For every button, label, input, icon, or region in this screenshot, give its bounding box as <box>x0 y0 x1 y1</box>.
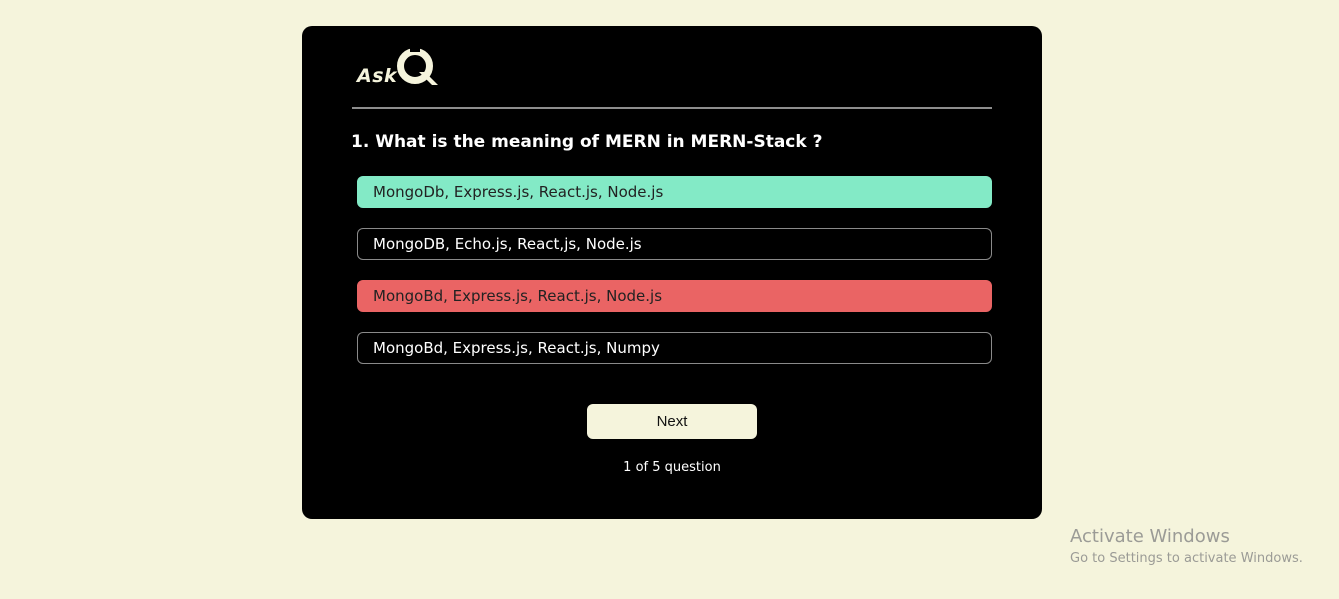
question-text: 1. What is the meaning of MERN in MERN-S… <box>351 132 823 152</box>
question-progress: 1 of 5 question <box>623 460 721 475</box>
answer-option-correct[interactable]: MongoDb, Express.js, React.js, Node.js <box>357 176 992 208</box>
watermark-title: Activate Windows <box>1070 526 1230 547</box>
quiz-card: Ask 1. What is the meaning of MERN in ME… <box>302 26 1042 519</box>
logo-text: Ask <box>357 65 398 87</box>
watermark-subtitle: Go to Settings to activate Windows. <box>1070 551 1303 566</box>
answer-option-wrong[interactable]: MongoBd, Express.js, React.js, Node.js <box>357 280 992 312</box>
q-logo-icon <box>397 46 438 85</box>
next-button[interactable]: Next <box>587 404 757 439</box>
activate-windows-watermark: Activate Windows Go to Settings to activ… <box>1070 526 1303 568</box>
answer-option[interactable]: MongoBd, Express.js, React.js, Numpy <box>357 332 992 364</box>
header-divider <box>352 107 992 109</box>
askq-logo: Ask <box>357 44 447 90</box>
answer-option[interactable]: MongoDB, Echo.js, React,js, Node.js <box>357 228 992 260</box>
